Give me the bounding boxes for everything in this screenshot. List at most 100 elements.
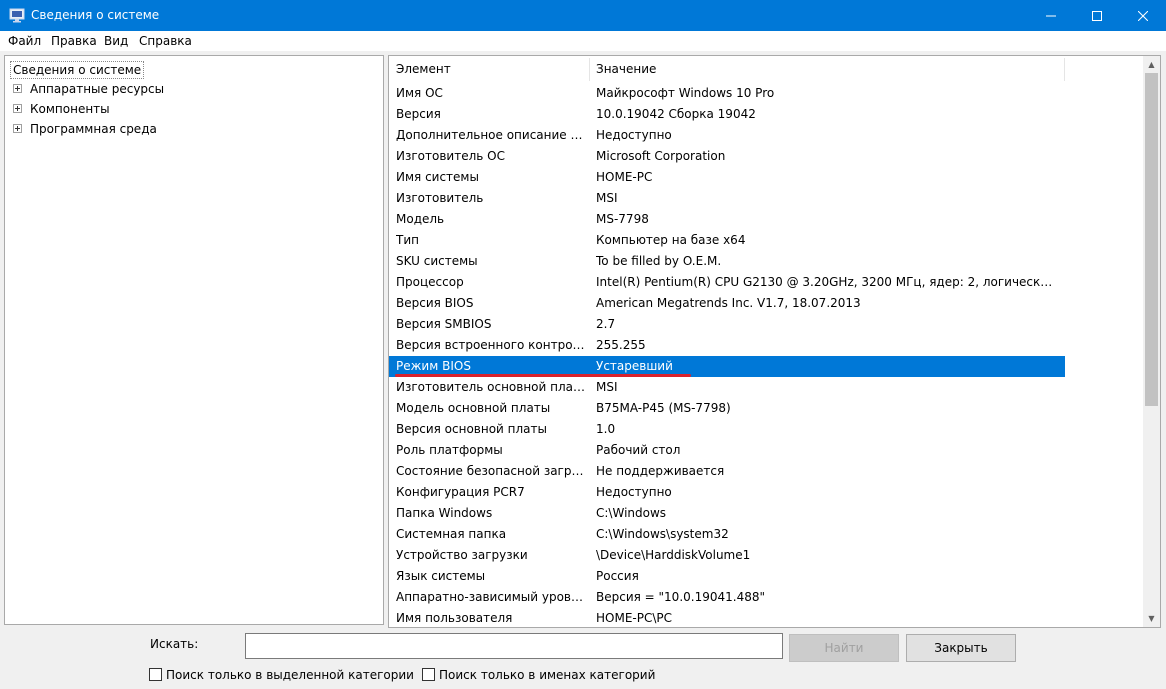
row-item-name: Состояние безопасной загруз... <box>396 464 588 478</box>
menu-help[interactable]: Справка <box>139 34 192 48</box>
table-row[interactable]: Роль платформы Рабочий стол <box>389 440 1065 461</box>
category-tree: Сведения о системе Аппаратные ресурсы Ко… <box>4 55 384 625</box>
table-row[interactable]: Модель основной платы B75MA-P45 (MS-7798) <box>389 398 1065 419</box>
table-row[interactable]: Тип Компьютер на базе x64 <box>389 230 1065 251</box>
table-row[interactable]: Процессор Intel(R) Pentium(R) CPU G2130 @… <box>389 272 1065 293</box>
details-list: Элемент Значение Имя ОС Майкрософт Window… <box>388 55 1161 628</box>
table-row[interactable]: Версия основной платы 1.0 <box>389 419 1065 440</box>
table-row[interactable]: Устройство загрузки \Device\HarddiskVolum… <box>389 545 1065 566</box>
table-row[interactable]: Системная папка C:\Windows\system32 <box>389 524 1065 545</box>
row-item-value: B75MA-P45 (MS-7798) <box>596 401 731 415</box>
row-item-name: Язык системы <box>396 569 486 583</box>
vertical-scrollbar[interactable]: ▲ ▼ <box>1143 56 1160 627</box>
minimize-icon <box>1046 15 1056 16</box>
row-item-name: SKU системы <box>396 254 478 268</box>
table-row[interactable]: Модель MS-7798 <box>389 209 1065 230</box>
msinfo-icon <box>9 8 25 23</box>
checkbox-box[interactable] <box>422 668 435 681</box>
minimize-button[interactable] <box>1028 0 1074 31</box>
expand-icon[interactable] <box>13 104 22 113</box>
column-divider[interactable] <box>589 58 590 81</box>
row-item-value: Недоступно <box>596 128 672 142</box>
table-row[interactable]: Изготовитель ОС Microsoft Corporation <box>389 146 1065 167</box>
table-row[interactable]: Версия встроенного контролл... 255.255 <box>389 335 1065 356</box>
row-item-name: Папка Windows <box>396 506 493 520</box>
close-button[interactable] <box>1120 0 1166 31</box>
tree-item-label: Программная среда <box>30 122 157 136</box>
table-row[interactable]: Изготовитель основной платы MSI <box>389 377 1065 398</box>
column-header-value[interactable]: Значение <box>596 56 656 83</box>
column-divider[interactable] <box>1064 58 1065 81</box>
table-row[interactable]: Папка Windows C:\Windows <box>389 503 1065 524</box>
column-header-item[interactable]: Элемент <box>396 56 451 83</box>
maximize-button[interactable] <box>1074 0 1120 31</box>
row-item-name: Имя ОС <box>396 86 443 100</box>
scroll-down-icon[interactable]: ▼ <box>1143 610 1160 627</box>
expand-icon[interactable] <box>13 84 22 93</box>
maximize-icon <box>1092 10 1102 21</box>
find-button[interactable]: Найти <box>789 634 899 662</box>
table-row[interactable]: Язык системы Россия <box>389 566 1065 587</box>
row-item-name: Дополнительное описание ОС <box>396 128 588 142</box>
table-row[interactable]: Аппаратно-зависимый уровен... Версия = "1… <box>389 587 1065 608</box>
title-bar: Сведения о системе <box>0 0 1166 31</box>
search-input[interactable] <box>245 633 783 659</box>
row-item-value: MSI <box>596 191 618 205</box>
row-item-value: Не поддерживается <box>596 464 725 478</box>
row-item-name: Системная папка <box>396 527 507 541</box>
row-item-name: Процессор <box>396 275 464 289</box>
table-row[interactable]: Состояние безопасной загруз... Не поддерж… <box>389 461 1065 482</box>
table-row[interactable]: Изготовитель MSI <box>389 188 1065 209</box>
row-item-value: 2.7 <box>596 317 616 331</box>
table-row[interactable]: Имя пользователя HOME-PC\PC <box>389 608 1065 627</box>
menu-edit[interactable]: Правка <box>51 34 97 48</box>
table-row[interactable]: Версия BIOS American Megatrends Inc. V1.7… <box>389 293 1065 314</box>
row-item-value: 1.0 <box>596 422 616 436</box>
row-item-name: Версия встроенного контролл... <box>396 338 588 352</box>
checkbox-box[interactable] <box>149 668 162 681</box>
table-row[interactable]: Имя ОС Майкрософт Windows 10 Pro <box>389 83 1065 104</box>
row-item-value: 10.0.19042 Сборка 19042 <box>596 107 756 121</box>
row-item-value: C:\Windows <box>596 506 667 520</box>
menu-view[interactable]: Вид <box>104 34 128 48</box>
scroll-up-icon[interactable]: ▲ <box>1143 56 1160 73</box>
row-item-value: American Megatrends Inc. V1.7, 18.07.201… <box>596 296 861 310</box>
list-rows: Имя ОС Майкрософт Windows 10 Pro Версия 10.… <box>389 83 1065 627</box>
selected-category-checkbox[interactable]: Поиск только в выделенной категории <box>149 667 414 683</box>
tree-root-system-summary[interactable]: Сведения о системе <box>10 61 145 79</box>
table-row[interactable]: Версия SMBIOS 2.7 <box>389 314 1065 335</box>
row-item-value: MS-7798 <box>596 212 649 226</box>
row-item-name: Версия BIOS <box>396 296 474 310</box>
row-item-name: Имя пользователя <box>396 611 513 625</box>
table-row[interactable]: Конфигурация PCR7 Недоступно <box>389 482 1065 503</box>
row-item-name: Роль платформы <box>396 443 503 457</box>
row-item-value: MSI <box>596 380 618 394</box>
row-item-value: Компьютер на базе x64 <box>596 233 746 247</box>
row-item-name: Изготовитель основной платы <box>396 380 588 394</box>
row-item-value: Россия <box>596 569 639 583</box>
row-item-name: Версия основной платы <box>396 422 547 436</box>
row-item-value: Недоступно <box>596 485 672 499</box>
menu-file[interactable]: Файл <box>8 34 41 48</box>
category-names-checkbox[interactable]: Поиск только в именах категорий <box>422 667 656 683</box>
row-item-value: 255.255 <box>596 338 646 352</box>
row-item-name: Устройство загрузки <box>396 548 528 562</box>
row-item-value: To be filled by O.E.M. <box>596 254 722 268</box>
scrollbar-thumb[interactable] <box>1145 73 1158 406</box>
table-row[interactable]: Дополнительное описание ОС Недоступно <box>389 125 1065 146</box>
table-row[interactable]: Версия 10.0.19042 Сборка 19042 <box>389 104 1065 125</box>
table-row[interactable]: Имя системы HOME-PC <box>389 167 1065 188</box>
expand-icon[interactable] <box>13 124 22 133</box>
row-item-name: Имя системы <box>396 170 479 184</box>
row-item-name: Версия <box>396 107 441 121</box>
row-item-value: Майкрософт Windows 10 Pro <box>596 86 775 100</box>
table-row[interactable]: SKU системы To be filled by O.E.M. <box>389 251 1065 272</box>
row-item-value: C:\Windows\system32 <box>596 527 729 541</box>
tree-item-label: Компоненты <box>30 102 110 116</box>
checkbox-label: Поиск только в именах категорий <box>439 668 656 682</box>
close-dialog-button[interactable]: Закрыть <box>906 634 1016 662</box>
tree-item-label: Аппаратные ресурсы <box>30 82 165 96</box>
row-item-name: Изготовитель <box>396 191 484 205</box>
row-item-name: Аппаратно-зависимый уровен... <box>396 590 588 604</box>
window-title: Сведения о системе <box>31 8 160 22</box>
